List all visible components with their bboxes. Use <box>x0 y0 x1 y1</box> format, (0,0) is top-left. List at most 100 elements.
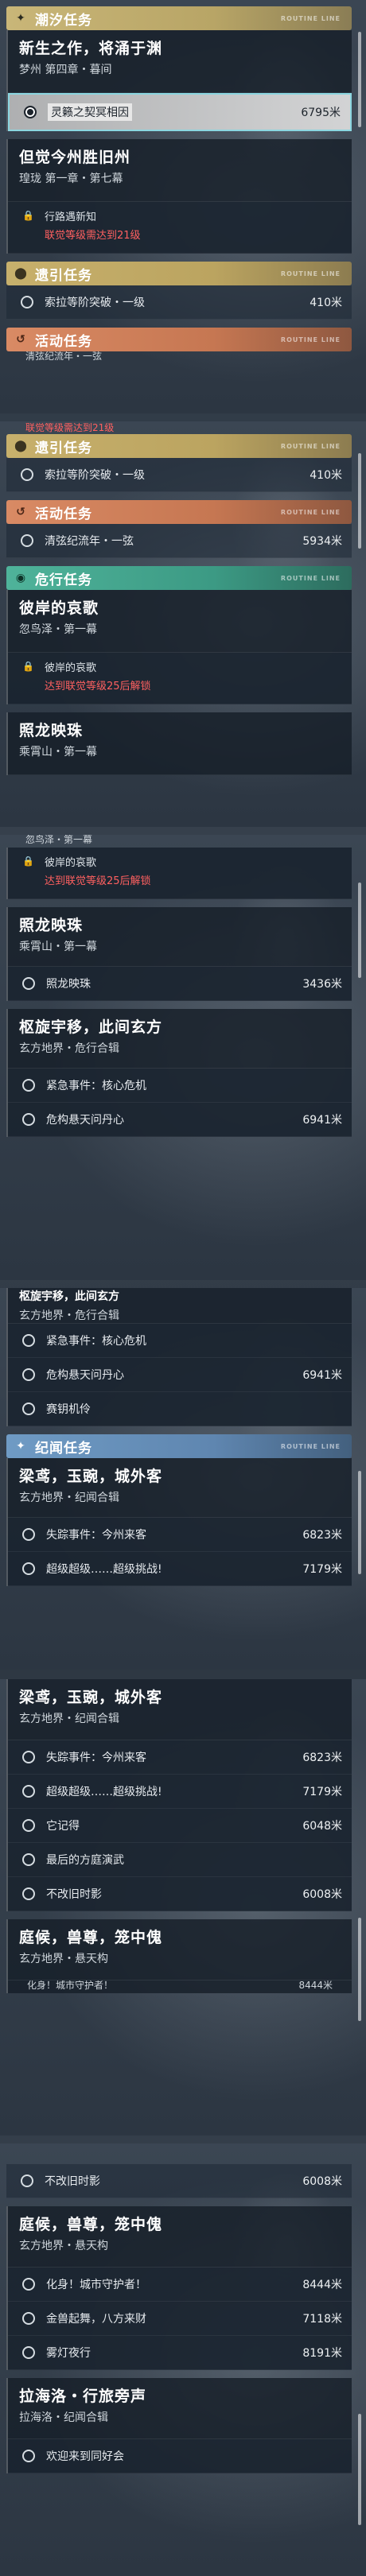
quest-title: 照龙映珠 <box>19 917 84 934</box>
unlock-requirement: 达到联觉等级25后解锁 <box>45 681 151 692</box>
quest-task[interactable]: 索拉等阶突破・一级 410米 <box>6 458 352 492</box>
quest-task[interactable]: 危构悬天问丹心 6941米 <box>8 1103 352 1137</box>
screen-segment-6: 不改旧时影 6008米 庭候，兽尊，笼中傀 玄方地界・悬天构 化身！城市守护者！… <box>0 2143 366 2576</box>
gap <box>6 254 352 262</box>
quest-task[interactable]: 金兽起舞，八方来财 7118米 <box>8 2302 352 2336</box>
quest-task[interactable]: 失踪事件：今州来客 6823米 <box>8 1740 352 1775</box>
task-distance: 6795米 <box>301 107 341 119</box>
tracking-radio-icon <box>22 1785 35 1798</box>
category-legend[interactable]: ✦ 纪闻任务 ROUTINE LINE <box>6 1434 352 1458</box>
quest-task[interactable]: 化身！城市守护者！ 8444米 <box>8 2268 352 2302</box>
quest-title: 拉海洛・行旅旁声 <box>19 2388 147 2405</box>
quest-subtitle: 瑝珑 第一章・第七幕 <box>19 173 123 185</box>
task-distance: 410米 <box>310 297 342 309</box>
quest-header[interactable]: 枢旋宇移，此间玄方 玄方地界・危行合辑 <box>8 1009 352 1069</box>
quest-card: 照龙映珠 乘霄山・第一幕 <box>6 712 352 775</box>
long-screenshot: { "colors": {"main":"#c9b678","guide":"#… <box>0 0 366 2576</box>
task-label: 它记得 <box>46 1820 80 1833</box>
quest-header[interactable]: 照龙映珠 乘霄山・第一幕 <box>8 712 352 775</box>
quest-header[interactable]: 彼岸的哀歌 忽鸟泽・第一幕 <box>8 590 352 653</box>
quest-header[interactable]: 庭候，兽尊，笼中傀 玄方地界・悬天构 <box>8 1919 352 1980</box>
quest-title: 彼岸的哀歌 <box>19 599 99 617</box>
category-guide[interactable]: ⬤ 遗引任务 ROUTINE LINE <box>6 262 352 285</box>
quest-header[interactable]: 梁鸢，玉豌，城外客 玄方地界・纪闻合辑 <box>8 1679 352 1740</box>
quest-task[interactable]: 危构悬天问丹心 6941米 <box>8 1358 352 1392</box>
scrollbar[interactable] <box>358 1918 361 2021</box>
task-peek: 化身！城市守护者！ 8444米 <box>8 1980 352 1993</box>
scrollbar[interactable] <box>358 883 361 978</box>
quest-header[interactable]: 新生之作，将涌于渊 梦州 第四章・暮间 <box>8 30 352 93</box>
screen-segment-2: 联觉等级需达到21级 ⬤ 遗引任务 ROUTINE LINE 索拉等阶突破・一级… <box>0 421 366 827</box>
quest-task[interactable]: 它记得 6048米 <box>8 1809 352 1843</box>
task-distance: 7179米 <box>302 1786 342 1798</box>
scrollbar[interactable] <box>358 32 361 127</box>
task-label: 不改旧时影 <box>45 2175 100 2188</box>
task-label: 索拉等阶突破・一级 <box>45 469 145 482</box>
task-distance: 8444米 <box>302 2279 342 2291</box>
quest-task[interactable]: 紧急事件：核心危机 <box>8 1069 352 1103</box>
task-label: 紧急事件：核心危机 <box>46 1335 146 1348</box>
gap <box>6 899 352 907</box>
category-danger[interactable]: ◉ 危行任务 ROUTINE LINE <box>6 566 352 590</box>
quest-title: 照龙映珠 <box>19 722 84 739</box>
quest-subtitle: 拉海洛・纪闻合辑 <box>19 2411 108 2424</box>
guide-pin-icon: ⬤ <box>14 267 27 280</box>
quest-task[interactable]: 照龙映珠 3436米 <box>8 967 352 1001</box>
quest-subtitle: 乘霄山・第一幕 <box>19 746 97 758</box>
category-main[interactable]: ✦ 潮汐任务 ROUTINE LINE <box>6 6 352 30</box>
legend-star-icon: ✦ <box>16 1440 25 1453</box>
lock-icon: 🔒 <box>22 855 34 867</box>
category-title: 遗引任务 <box>35 440 92 456</box>
quest-header[interactable]: 照龙映珠 乘霄山・第一幕 <box>8 907 352 967</box>
category-activity[interactable]: ↺ 活动任务 ROUTINE LINE <box>6 328 352 351</box>
tracking-radio-icon <box>22 2312 35 2325</box>
category-guide[interactable]: ⬤ 遗引任务 ROUTINE LINE <box>6 434 352 458</box>
task-label: 最后的方庭演武 <box>46 1854 124 1867</box>
quest-task[interactable]: 欢迎来到同好会 <box>8 2439 352 2473</box>
quest-subtitle: 玄方地界・悬天构 <box>19 2240 108 2252</box>
quest-title: 梁鸢，玉豌，城外客 <box>19 1468 163 1485</box>
task-label: 雾灯夜行 <box>46 2347 91 2360</box>
quest-task[interactable]: 紧急事件：核心危机 <box>8 1324 352 1358</box>
quest-header[interactable]: 但觉今州胜旧州 瑝珑 第一章・第七幕 <box>8 139 352 202</box>
task-label: 超级超级……超级挑战! <box>46 1786 162 1798</box>
tracking-radio-icon <box>22 1402 35 1415</box>
task-distance: 7179米 <box>302 1563 342 1576</box>
locked-task: 🔒 彼岸的哀歌 达到联觉等级25后解锁 <box>8 653 352 704</box>
category-activity[interactable]: ↺ 活动任务 ROUTINE LINE <box>6 500 352 524</box>
screen-segment-3: 忽鸟泽・第一幕 🔒 彼岸的哀歌 达到联觉等级25后解锁 照龙映珠 乘霄山・第一幕… <box>0 835 366 1280</box>
quest-task[interactable]: 失踪事件：今州来客 6823米 <box>8 1518 352 1552</box>
quest-subtitle: 玄方地界・危行合辑 <box>19 1309 119 1322</box>
scrollbar[interactable] <box>358 453 361 549</box>
quest-card: 梁鸢，玉豌，城外客 玄方地界・纪闻合辑 失踪事件：今州来客 6823米 超级超级… <box>6 1458 352 1586</box>
scrollbar[interactable] <box>358 2414 361 2525</box>
quest-task[interactable]: 最后的方庭演武 <box>8 1843 352 1877</box>
quest-task[interactable]: 超级超级……超级挑战! 7179米 <box>8 1775 352 1809</box>
locked-task: 🔒 行路遇新知 联觉等级需达到21级 <box>8 202 352 254</box>
task-distance: 7118米 <box>302 2313 342 2326</box>
quest-header[interactable]: 庭候，兽尊，笼中傀 玄方地界・悬天构 <box>8 2206 352 2268</box>
quest-task-tracked[interactable]: 灵籁之契冥相因 6795米 <box>8 93 352 131</box>
task-distance: 6048米 <box>302 1820 342 1833</box>
category-tag: ROUTINE LINE <box>280 574 341 582</box>
quest-card: 枢旋宇移，此间玄方 玄方地界・危行合辑 紧急事件：核心危机 危构悬天问丹心 69… <box>6 1288 352 1426</box>
scrollbar[interactable] <box>358 1471 361 1574</box>
quest-task[interactable]: 不改旧时影 6008米 <box>6 2164 352 2198</box>
quest-task[interactable]: 雾灯夜行 8191米 <box>8 2336 352 2370</box>
tracking-radio-icon <box>24 106 37 118</box>
quest-task[interactable]: 索拉等阶突破・一级 410米 <box>6 285 352 320</box>
quest-task[interactable]: 赛钥机伶 <box>8 1392 352 1426</box>
tracking-radio-icon <box>21 534 33 547</box>
quest-task[interactable]: 不改旧时影 6008米 <box>8 1877 352 1911</box>
quest-subtitle: 玄方地界・悬天构 <box>19 1953 108 1965</box>
task-label: 化身！城市守护者！ <box>46 2279 146 2291</box>
quest-task[interactable]: 清弦纪流年・一弦 5934米 <box>6 524 352 558</box>
unlock-requirement-peek: 联觉等级需达到21级 <box>25 423 115 433</box>
task-distance: 410米 <box>310 469 342 482</box>
quest-header[interactable]: 枢旋宇移，此间玄方 玄方地界・危行合辑 <box>8 1288 352 1324</box>
gap <box>6 2370 352 2378</box>
quest-header[interactable]: 梁鸢，玉豌，城外客 玄方地界・纪闻合辑 <box>8 1458 352 1518</box>
quest-task[interactable]: 超级超级……超级挑战! 7179米 <box>8 1552 352 1586</box>
quest-header[interactable]: 拉海洛・行旅旁声 拉海洛・纪闻合辑 <box>8 2378 352 2439</box>
category-title: 危行任务 <box>35 572 92 588</box>
